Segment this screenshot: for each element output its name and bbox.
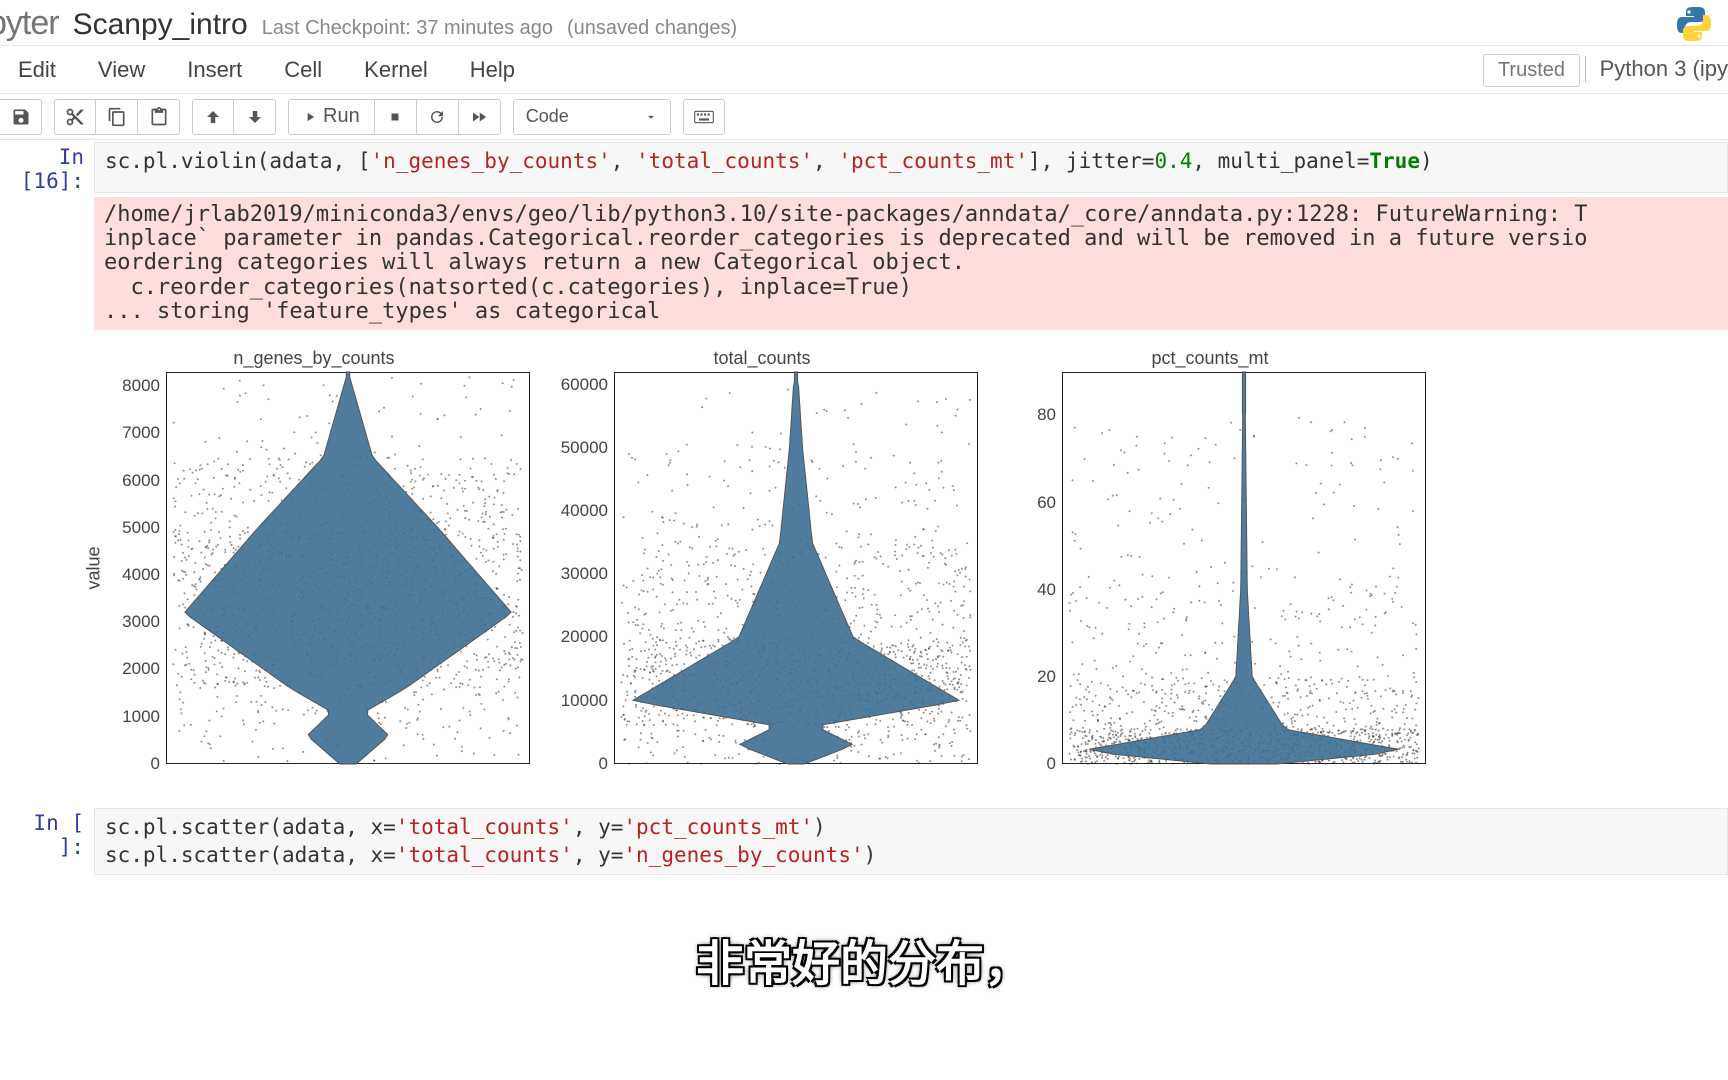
output-figure-row: n_genes_by_countsvalue010002000300040005… [0, 332, 1728, 790]
cell-prompt: In [16]: [0, 142, 94, 193]
run-button[interactable]: Run [288, 99, 375, 135]
fast-forward-button[interactable] [459, 99, 501, 135]
copy-icon [107, 107, 127, 127]
arrow-up-icon [204, 108, 222, 126]
toolbar: Run Code [0, 94, 1728, 140]
arrow-down-icon [246, 108, 264, 126]
move-up-button[interactable] [192, 99, 234, 135]
python-logo-icon [1674, 4, 1714, 49]
checkpoint-label: Last Checkpoint: 37 minutes ago [262, 17, 553, 40]
output-warning-row: /home/jrlab2019/miniconda3/envs/geo/lib/… [0, 195, 1728, 332]
code-input[interactable]: sc.pl.scatter(adata, x='total_counts', y… [94, 808, 1728, 875]
kernel-name-label[interactable]: Python 3 (ipy [1585, 56, 1728, 82]
move-down-button[interactable] [234, 99, 276, 135]
keyboard-icon [694, 110, 714, 124]
notebook-header: pyter Scanpy_intro Last Checkpoint: 37 m… [0, 0, 1728, 46]
save-button[interactable] [0, 99, 42, 135]
menu-kernel[interactable]: Kernel [364, 57, 428, 83]
code-input[interactable]: sc.pl.violin(adata, ['n_genes_by_counts'… [94, 142, 1728, 193]
menu-help[interactable]: Help [470, 57, 515, 83]
violin-svg [542, 348, 982, 788]
cell-type-value: Code [526, 106, 569, 127]
unsaved-label: (unsaved changes) [567, 17, 737, 40]
output-figure: n_genes_by_countsvalue010002000300040005… [94, 334, 1728, 788]
menu-edit[interactable]: Edit [18, 57, 56, 83]
violin-panel-2: pct_counts_mt020406080 [990, 348, 1430, 788]
play-icon [303, 110, 317, 124]
restart-icon [428, 108, 446, 126]
menu-view[interactable]: View [98, 57, 145, 83]
cell-type-select[interactable]: Code [513, 99, 671, 135]
cell-prompt: In [ ]: [0, 808, 94, 875]
cut-button[interactable] [54, 99, 96, 135]
command-palette-button[interactable] [683, 99, 725, 135]
restart-button[interactable] [417, 99, 459, 135]
paste-button[interactable] [138, 99, 180, 135]
jupyter-logo: pyter [0, 4, 59, 43]
video-subtitle: 非常好的分布， [696, 924, 1032, 994]
run-label: Run [323, 105, 360, 128]
menu-cell[interactable]: Cell [284, 57, 322, 83]
interrupt-button[interactable] [375, 99, 417, 135]
violin-panel-0: n_genes_by_countsvalue010002000300040005… [94, 348, 534, 788]
notebook-name[interactable]: Scanpy_intro [73, 8, 248, 42]
violin-svg [990, 348, 1430, 788]
output-warning: /home/jrlab2019/miniconda3/envs/geo/lib/… [94, 197, 1728, 330]
violin-svg [94, 348, 534, 788]
copy-button[interactable] [96, 99, 138, 135]
fast-forward-icon [470, 108, 488, 126]
scissors-icon [65, 107, 85, 127]
code-cell-16[interactable]: In [16]: sc.pl.violin(adata, ['n_genes_b… [0, 140, 1728, 195]
save-icon [11, 107, 31, 127]
trusted-badge[interactable]: Trusted [1483, 54, 1580, 87]
stop-icon [388, 110, 402, 124]
notebook-body: In [16]: sc.pl.violin(adata, ['n_genes_b… [0, 140, 1728, 877]
code-cell-next[interactable]: In [ ]: sc.pl.scatter(adata, x='total_co… [0, 806, 1728, 877]
menubar: Edit View Insert Cell Kernel Help Truste… [0, 46, 1728, 94]
chevron-down-icon [644, 110, 658, 124]
menu-insert[interactable]: Insert [187, 57, 242, 83]
paste-icon [149, 107, 169, 127]
violin-panel-1: total_counts0100002000030000400005000060… [542, 348, 982, 788]
